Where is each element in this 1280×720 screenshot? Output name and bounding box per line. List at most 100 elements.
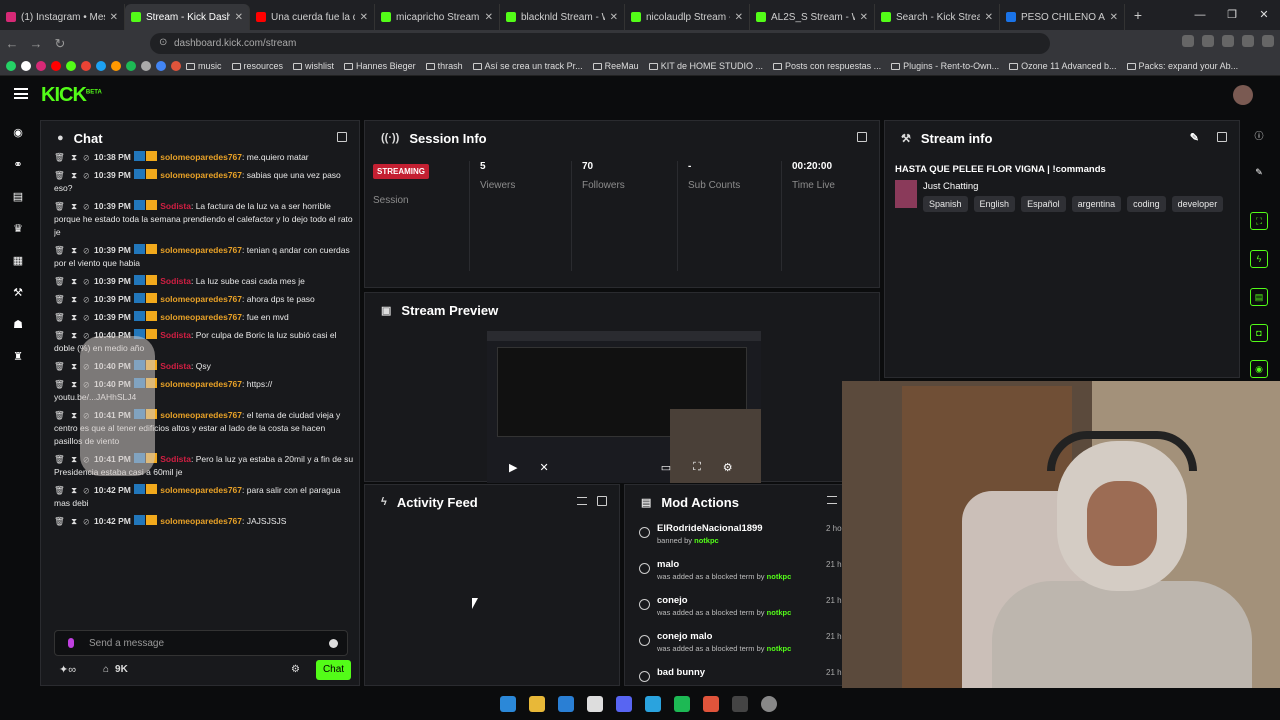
clip-icon[interactable]: ⛶ bbox=[1250, 212, 1268, 230]
filter-icon[interactable] bbox=[577, 497, 587, 505]
broadcast-icon[interactable]: ◉ bbox=[11, 126, 25, 139]
chat-username[interactable]: Sodista bbox=[160, 454, 191, 464]
bookmark-item[interactable]: wishlist bbox=[293, 61, 334, 71]
chat-username[interactable]: solomeoparedes767 bbox=[160, 312, 242, 322]
chat-input[interactable]: Send a message bbox=[54, 630, 348, 656]
stream-tag[interactable]: argentina bbox=[1071, 196, 1122, 212]
file-explorer-icon[interactable] bbox=[529, 696, 545, 712]
avatar[interactable] bbox=[1233, 85, 1253, 105]
analytics-icon[interactable]: ▤ bbox=[11, 190, 25, 203]
bookmark-item[interactable]: resources bbox=[231, 61, 283, 71]
spotify-icon[interactable] bbox=[674, 696, 690, 712]
link-icon[interactable]: ⚭ bbox=[11, 158, 25, 171]
bookmark-favicon-icon[interactable] bbox=[81, 61, 91, 71]
reload-icon[interactable]: ↻ bbox=[48, 36, 72, 52]
bookmark-item[interactable]: thrash bbox=[425, 61, 463, 71]
discord-icon[interactable] bbox=[616, 696, 632, 712]
close-tab-icon[interactable]: ✕ bbox=[485, 12, 493, 23]
points-icon[interactable]: ✦∞ bbox=[59, 663, 76, 676]
browser-tab[interactable]: Stream - Kick Dashboard ✕ bbox=[125, 4, 250, 30]
app-icon[interactable] bbox=[761, 696, 777, 712]
undo-icon[interactable] bbox=[639, 635, 650, 646]
popout-icon[interactable] bbox=[857, 132, 867, 142]
bookmark-item[interactable]: music bbox=[186, 61, 222, 71]
site-info-icon[interactable]: ⊙ bbox=[159, 37, 167, 48]
mod-tools-icon[interactable]: 🗑 ⧗ ⊘ bbox=[54, 244, 91, 257]
community-icon[interactable]: ♜ bbox=[11, 350, 25, 363]
new-tab-icon[interactable]: + bbox=[1125, 7, 1151, 23]
stream-tag[interactable]: developer bbox=[1171, 196, 1224, 212]
mic-icon[interactable] bbox=[68, 638, 74, 648]
bookmark-favicon-icon[interactable] bbox=[126, 61, 136, 71]
chat-username[interactable]: Sodista bbox=[160, 276, 191, 286]
browser-icon[interactable] bbox=[703, 696, 719, 712]
chat-username[interactable]: solomeoparedes767 bbox=[160, 152, 242, 162]
mod-tools-icon[interactable]: 🗑 ⧗ ⊘ bbox=[54, 329, 91, 342]
chat-send-button[interactable]: Chat bbox=[316, 660, 351, 680]
stream-tag[interactable]: Spanish bbox=[923, 196, 968, 212]
undo-icon[interactable] bbox=[639, 563, 650, 574]
chat-username[interactable]: solomeoparedes767 bbox=[160, 485, 242, 495]
bookmark-favicon-icon[interactable] bbox=[51, 61, 61, 71]
users-icon[interactable]: ☗ bbox=[11, 318, 25, 331]
extension-icon[interactable] bbox=[1262, 35, 1274, 47]
bookmark-favicon-icon[interactable] bbox=[111, 61, 121, 71]
close-tab-icon[interactable]: ✕ bbox=[235, 12, 243, 23]
pip-icon[interactable]: ▭ bbox=[661, 461, 671, 474]
mod-tools-icon[interactable]: 🗑 ⧗ ⊘ bbox=[54, 151, 91, 164]
mod-tools-icon[interactable]: 🗑 ⧗ ⊘ bbox=[54, 169, 91, 182]
chat-username[interactable]: solomeoparedes767 bbox=[160, 379, 242, 389]
mod-tools-icon[interactable]: 🗑 ⧗ ⊘ bbox=[54, 293, 91, 306]
chat-username[interactable]: Sodista bbox=[160, 330, 191, 340]
close-window-icon[interactable]: ✕ bbox=[1248, 0, 1280, 30]
chat-username[interactable]: solomeoparedes767 bbox=[160, 516, 242, 526]
popout-icon[interactable] bbox=[597, 496, 607, 506]
vscode-icon[interactable] bbox=[558, 696, 574, 712]
chat-username[interactable]: solomeoparedes767 bbox=[160, 245, 242, 255]
bookmark-favicon-icon[interactable] bbox=[156, 61, 166, 71]
browser-tab[interactable]: blacknld Stream - Watch ... ✕ bbox=[500, 4, 625, 30]
mod-tools-icon[interactable]: 🗑 ⧗ ⊘ bbox=[54, 200, 91, 213]
mute-icon[interactable]: ✕ bbox=[539, 461, 548, 474]
minimize-icon[interactable]: — bbox=[1184, 0, 1216, 30]
popout-icon[interactable] bbox=[337, 132, 347, 142]
emoji-icon[interactable] bbox=[329, 639, 338, 648]
start-icon[interactable] bbox=[500, 696, 516, 712]
bookmark-item[interactable]: Plugins - Rent-to-Own... bbox=[891, 61, 999, 71]
bookmark-favicon-icon[interactable] bbox=[171, 61, 181, 71]
browser-tab[interactable]: PESO CHILENO A DOLAR ... ✕ bbox=[1000, 4, 1125, 30]
extension-icon[interactable] bbox=[1202, 35, 1214, 47]
undo-icon[interactable] bbox=[639, 671, 650, 682]
browser-tab[interactable]: Una cuerda fue la que p... ✕ bbox=[250, 4, 375, 30]
bookmark-favicon-icon[interactable] bbox=[21, 61, 31, 71]
stream-tag[interactable]: English bbox=[973, 196, 1016, 212]
browser-tab[interactable]: Search - Kick Streaming ✕ bbox=[875, 4, 1000, 30]
bookmark-item[interactable]: Hannes Bieger bbox=[344, 61, 416, 71]
bookmark-favicon-icon[interactable] bbox=[36, 61, 46, 71]
extension-icon[interactable] bbox=[1182, 35, 1194, 47]
settings-icon[interactable]: ⚙ bbox=[291, 664, 300, 675]
forward-icon[interactable]: → bbox=[24, 36, 48, 51]
app-icon[interactable] bbox=[732, 696, 748, 712]
bookmark-item[interactable]: KIT de HOME STUDIO ... bbox=[648, 61, 763, 71]
app-icon[interactable] bbox=[587, 696, 603, 712]
kick-logo[interactable]: KICKBETA bbox=[41, 84, 102, 107]
menu-icon[interactable] bbox=[14, 88, 28, 99]
browser-tab[interactable]: (1) Instagram • Messages ✕ bbox=[0, 4, 125, 30]
stream-tag[interactable]: Español bbox=[1021, 196, 1066, 212]
bookmark-item[interactable]: Packs: expand your Ab... bbox=[1126, 61, 1238, 71]
ban-icon[interactable] bbox=[639, 527, 650, 538]
browser-tab[interactable]: nicolaudlp Stream - Wat... ✕ bbox=[625, 4, 750, 30]
stream-tag[interactable]: coding bbox=[1127, 196, 1166, 212]
maximize-icon[interactable]: ❐ bbox=[1216, 0, 1248, 30]
popout-icon[interactable] bbox=[1217, 132, 1227, 142]
chat-username[interactable]: solomeoparedes767 bbox=[160, 294, 242, 304]
undo-icon[interactable] bbox=[639, 599, 650, 610]
wrench-icon[interactable]: ⚒ bbox=[11, 286, 25, 299]
close-tab-icon[interactable]: ✕ bbox=[860, 12, 868, 23]
close-tab-icon[interactable]: ✕ bbox=[985, 12, 993, 23]
fullscreen-icon[interactable]: ⛶ bbox=[693, 461, 701, 474]
chat-username[interactable]: solomeoparedes767 bbox=[160, 170, 242, 180]
bookmark-favicon-icon[interactable] bbox=[141, 61, 151, 71]
bookmark-item[interactable]: ReeMau bbox=[592, 61, 639, 71]
